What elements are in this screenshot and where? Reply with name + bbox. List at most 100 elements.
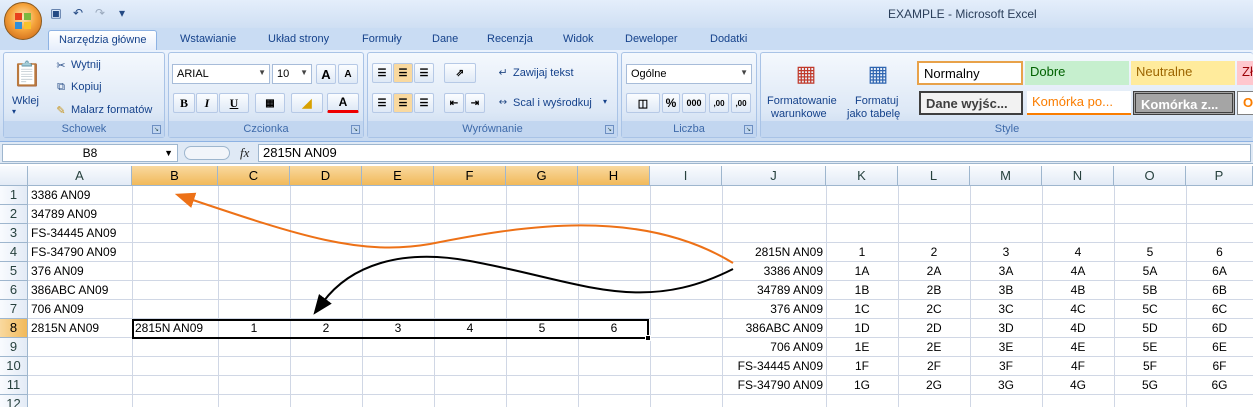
align-right-icon[interactable]: ☰ [414, 93, 434, 113]
row-header-1[interactable]: 1 [0, 186, 28, 205]
cell-k11[interactable]: 1G [826, 376, 898, 395]
conditional-formatting-icon[interactable]: ▦ [791, 59, 821, 89]
decrease-decimal-button[interactable]: ,00 [731, 93, 751, 113]
cell-p5[interactable]: 6A [1186, 262, 1253, 281]
cell-p10[interactable]: 6F [1186, 357, 1253, 376]
number-format-select[interactable]: Ogólne ▼ [626, 64, 752, 84]
column-header-o[interactable]: O [1114, 166, 1186, 186]
cell-p8[interactable]: 6D [1186, 319, 1253, 338]
italic-button[interactable]: I [196, 93, 218, 113]
wrap-text-button[interactable]: Zawijaj tekst [513, 67, 574, 79]
cut-button[interactable]: Wytnij [71, 59, 101, 71]
increase-decimal-button[interactable]: ,00 [709, 93, 729, 113]
cell-l4[interactable]: 2 [898, 243, 970, 262]
cell-o5[interactable]: 5A [1114, 262, 1186, 281]
fill-handle[interactable] [645, 335, 651, 341]
cell-n9[interactable]: 4E [1042, 338, 1114, 357]
row-header-9[interactable]: 9 [0, 338, 28, 357]
cell-a6[interactable]: 386ABC AN09 [28, 281, 132, 300]
orientation-icon[interactable]: ⇗ [444, 63, 476, 83]
align-middle-icon[interactable]: ☰ [393, 63, 413, 83]
cell-m7[interactable]: 3C [970, 300, 1042, 319]
cell-a3[interactable]: FS-34445 AN09 [28, 224, 132, 243]
cell-m5[interactable]: 3A [970, 262, 1042, 281]
cell-j10[interactable]: FS-34445 AN09 [722, 357, 826, 376]
fill-color-icon[interactable]: ◢ [291, 93, 323, 113]
office-button[interactable] [4, 2, 42, 40]
save-icon[interactable]: ▣ [48, 5, 64, 21]
cell-k5[interactable]: 1A [826, 262, 898, 281]
increase-indent-icon[interactable]: ⇥ [465, 93, 485, 113]
row-header-3[interactable]: 3 [0, 224, 28, 243]
paste-button[interactable]: Wklej [12, 95, 39, 107]
cell-j11[interactable]: FS-34790 AN09 [722, 376, 826, 395]
paste-icon[interactable]: 📋 [12, 57, 42, 91]
tab-home[interactable]: Narzędzia główne [48, 30, 158, 50]
row-header-11[interactable]: 11 [0, 376, 28, 395]
column-header-h[interactable]: H [578, 166, 650, 186]
cell-k4[interactable]: 1 [826, 243, 898, 262]
cell-n6[interactable]: 4B [1042, 281, 1114, 300]
column-header-j[interactable]: J [722, 166, 826, 186]
tab-page-layout[interactable]: Układ strony [258, 30, 339, 50]
clipboard-launcher-icon[interactable]: ↘ [152, 125, 161, 134]
merge-dropdown-icon[interactable]: ▾ [603, 97, 607, 106]
format-painter-icon[interactable]: ✎ [54, 103, 68, 117]
tab-insert[interactable]: Wstawianie [170, 30, 246, 50]
row-header-5[interactable]: 5 [0, 262, 28, 281]
thousands-button[interactable]: 000 [682, 93, 706, 113]
row-header-4[interactable]: 4 [0, 243, 28, 262]
column-header-e[interactable]: E [362, 166, 434, 186]
borders-icon[interactable]: ▦ [255, 93, 285, 113]
tab-data[interactable]: Dane [422, 30, 468, 50]
column-header-g[interactable]: G [506, 166, 578, 186]
cell-o11[interactable]: 5G [1114, 376, 1186, 395]
redo-icon[interactable]: ↷ [92, 5, 108, 21]
decrease-indent-icon[interactable]: ⇤ [444, 93, 464, 113]
style-check-cell[interactable]: Komórka z... [1133, 91, 1235, 115]
cell-n10[interactable]: 4F [1042, 357, 1114, 376]
tab-addins[interactable]: Dodatki [700, 30, 757, 50]
cell-p7[interactable]: 6C [1186, 300, 1253, 319]
cell-o10[interactable]: 5F [1114, 357, 1186, 376]
align-top-icon[interactable]: ☰ [372, 63, 392, 83]
cell-a7[interactable]: 706 AN09 [28, 300, 132, 319]
cell-j7[interactable]: 376 AN09 [722, 300, 826, 319]
alignment-launcher-icon[interactable]: ↘ [605, 125, 614, 134]
cut-icon[interactable]: ✂ [54, 58, 68, 72]
number-launcher-icon[interactable]: ↘ [744, 125, 753, 134]
cell-l8[interactable]: 2D [898, 319, 970, 338]
format-as-table-icon[interactable]: ▦ [863, 59, 893, 89]
column-header-c[interactable]: C [218, 166, 290, 186]
style-neutral[interactable]: Neutralne [1131, 61, 1235, 85]
grow-font-button[interactable]: A [316, 64, 336, 84]
cell-l6[interactable]: 2B [898, 281, 970, 300]
cell-k9[interactable]: 1E [826, 338, 898, 357]
column-header-i[interactable]: I [650, 166, 722, 186]
column-header-l[interactable]: L [898, 166, 970, 186]
font-color-button[interactable]: A [327, 93, 359, 113]
cell-a5[interactable]: 376 AN09 [28, 262, 132, 281]
cell-n8[interactable]: 4D [1042, 319, 1114, 338]
cell-j9[interactable]: 706 AN09 [722, 338, 826, 357]
align-left-icon[interactable]: ☰ [372, 93, 392, 113]
cell-p4[interactable]: 6 [1186, 243, 1253, 262]
cell-n4[interactable]: 4 [1042, 243, 1114, 262]
align-center-icon[interactable]: ☰ [393, 93, 413, 113]
column-header-b[interactable]: B [132, 166, 218, 186]
cell-m6[interactable]: 3B [970, 281, 1042, 300]
copy-icon[interactable]: ⧉ [54, 80, 68, 94]
cell-o6[interactable]: 5B [1114, 281, 1186, 300]
cell-o7[interactable]: 5C [1114, 300, 1186, 319]
insert-function-icon[interactable]: fx [240, 145, 249, 161]
cell-o4[interactable]: 5 [1114, 243, 1186, 262]
cell-j4[interactable]: 2815N AN09 [722, 243, 826, 262]
column-header-n[interactable]: N [1042, 166, 1114, 186]
style-linked-cell[interactable]: Komórka po... [1027, 91, 1131, 115]
merge-center-button[interactable]: Scal i wyśrodkuj [513, 97, 592, 109]
cell-a1[interactable]: 3386 AN09 [28, 186, 132, 205]
row-header-10[interactable]: 10 [0, 357, 28, 376]
select-all-corner[interactable] [0, 166, 28, 186]
cell-m4[interactable]: 3 [970, 243, 1042, 262]
cell-k10[interactable]: 1F [826, 357, 898, 376]
